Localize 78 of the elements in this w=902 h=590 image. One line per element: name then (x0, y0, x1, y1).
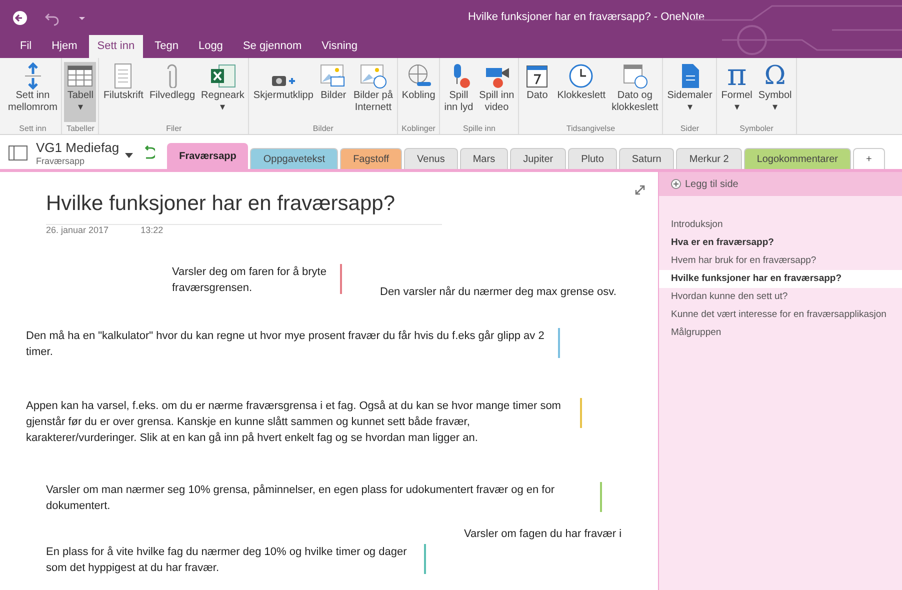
ribbon-button[interactable]: Tabell ▾ (64, 62, 96, 122)
section-name: Fraværsapp (36, 156, 86, 167)
back-icon[interactable] (12, 10, 28, 26)
sync-icon[interactable] (143, 145, 156, 161)
ribbon-tab[interactable]: Sett inn (89, 35, 143, 58)
ribbon-tab[interactable]: Visning (314, 35, 366, 58)
note-text: Appen kan ha varsel, f.eks. om du er nærme fraværsgrensa i et fag. Også at du kan se hvor mange timer som gjenstår før du er over grensa. Kanskje en kunne slått sammen og kunnet sett både fravær, karakterer/vurderinger. Slik at en kan gå inn på hvert enkelt fag og se hvordan man ligger an. (26, 399, 562, 446)
pi-icon: π (726, 62, 747, 90)
section-tab[interactable]: Logokommentarer (744, 148, 851, 169)
page-list-item[interactable]: Kunne det vært interesse for en fraværsapplikasjon (659, 306, 902, 324)
ribbon-tab[interactable]: Fil (12, 35, 40, 58)
ribbon-tab[interactable]: Tegn (146, 35, 186, 58)
note-text: Den må ha en "kalkulator" hvor du kan regne ut hvor mye prosent fravær du får hvis du f.eks går glipp av 2 timer. (26, 329, 546, 360)
add-page-button[interactable]: Legg til side (659, 172, 902, 196)
group-label: Filer (165, 123, 183, 134)
page-date: 26. januar 2017 (46, 224, 109, 237)
page-title: Hvilke funksjoner har en fraværsapp? (46, 192, 396, 215)
group-label: Symboler (738, 123, 774, 134)
ribbon-button[interactable]: Bilder (317, 62, 350, 122)
note-text: Den varsler når du nærmer deg max grense osv. (380, 285, 618, 300)
ribbon-tab[interactable]: Hjem (44, 35, 86, 58)
group-label: Sett inn (18, 123, 48, 134)
ribbon-button[interactable]: Spill inn lyd (442, 62, 476, 122)
group-label: Spille inn (462, 123, 496, 134)
group-label: Sider (679, 123, 700, 134)
section-tab[interactable]: Fraværsapp (167, 143, 248, 169)
section-tab[interactable]: Jupiter (510, 148, 566, 169)
ribbon-button[interactable]: Filutskrift (101, 62, 146, 122)
group-label: Tidsangivelse (565, 123, 616, 134)
window-title: Hvilke funksjoner har en fraværsapp? - OneNote (468, 10, 705, 26)
section-tab[interactable]: Merkur 2 (676, 148, 742, 169)
spreadsheet-icon (208, 62, 237, 90)
ribbon-button[interactable]: Sett inn mellomrom (6, 62, 60, 122)
notebook-icon[interactable] (8, 145, 28, 161)
omega-icon: Ω (764, 62, 786, 90)
web-image-icon (359, 62, 388, 90)
ribbon-button[interactable]: Spill inn video (477, 62, 516, 122)
section-tab[interactable]: Saturn (618, 148, 674, 169)
ribbon-tab[interactable]: Se gjennom (234, 35, 310, 58)
page-list-item[interactable]: Målgruppen (659, 324, 902, 342)
page-list-item[interactable]: Hvem har bruk for en fraværsapp? (659, 252, 902, 270)
ribbon-button[interactable]: Sidemaler ▾ (665, 62, 714, 122)
note-text: En plass for å vite hvilke fag du nærmer deg 10% og hvilke timer og dager som det hyppigest at du har fravær. (46, 545, 408, 576)
note-text: Varsler deg om faren for å bryte fraværsgrensen. (172, 265, 328, 296)
section-tab[interactable]: Fagstoff (340, 148, 402, 169)
section-tab[interactable]: + (852, 148, 885, 169)
page-time: 13:22 (140, 224, 164, 237)
ribbon-button[interactable]: Dato og klokkeslett (610, 62, 660, 122)
group-label: Koblinger (400, 123, 436, 134)
section-tab[interactable]: Pluto (568, 148, 617, 169)
ribbon-button[interactable]: Klokkeslett (555, 62, 608, 122)
section-tab[interactable]: Venus (404, 148, 458, 169)
notebook-name[interactable]: VG1 Mediefag (36, 140, 120, 156)
section-tab[interactable]: Oppgavetekst (250, 148, 338, 169)
ribbon-button[interactable]: Filvedlegg (147, 62, 198, 122)
camera-icon (272, 76, 295, 86)
group-label: Tabeller (65, 123, 96, 134)
ribbon-button[interactable]: π Formel ▾ (719, 62, 754, 122)
ribbon-button[interactable]: Bilder på Internett (351, 62, 395, 122)
page-list-item[interactable]: Hva er en fraværsapp? (659, 234, 902, 252)
ribbon-button[interactable]: Dato (521, 62, 554, 122)
ribbon-button[interactable]: Ω Symbol ▾ (756, 62, 794, 122)
page-list-item[interactable]: Introduksjon (659, 216, 902, 234)
group-label: Bilder (312, 123, 334, 134)
calendar-clock-icon (620, 62, 649, 90)
expand-icon[interactable] (634, 184, 646, 196)
page-list-item[interactable]: Hvordan kunne den sett ut? (659, 288, 902, 306)
ribbon-tab[interactable]: Logg (190, 35, 231, 58)
plus-icon (671, 179, 681, 189)
section-tab[interactable]: Mars (460, 148, 508, 169)
ribbon-button[interactable]: Regneark ▾ (199, 62, 246, 122)
note-text: Varsler om man nærmer seg 10% grensa, påminnelser, en egen plass for udokumentert fravær og en for dokumentert. (46, 483, 556, 514)
paperclip-icon (167, 64, 178, 88)
clock-icon (567, 62, 596, 90)
ribbon-button[interactable]: Kobling (400, 62, 438, 122)
page-list-item[interactable]: Hvilke funksjoner har en fraværsapp? (659, 270, 902, 288)
ribbon-button[interactable]: Skjermutklipp (251, 62, 316, 122)
note-text: Varsler om fagen du har fravær i (464, 527, 623, 542)
